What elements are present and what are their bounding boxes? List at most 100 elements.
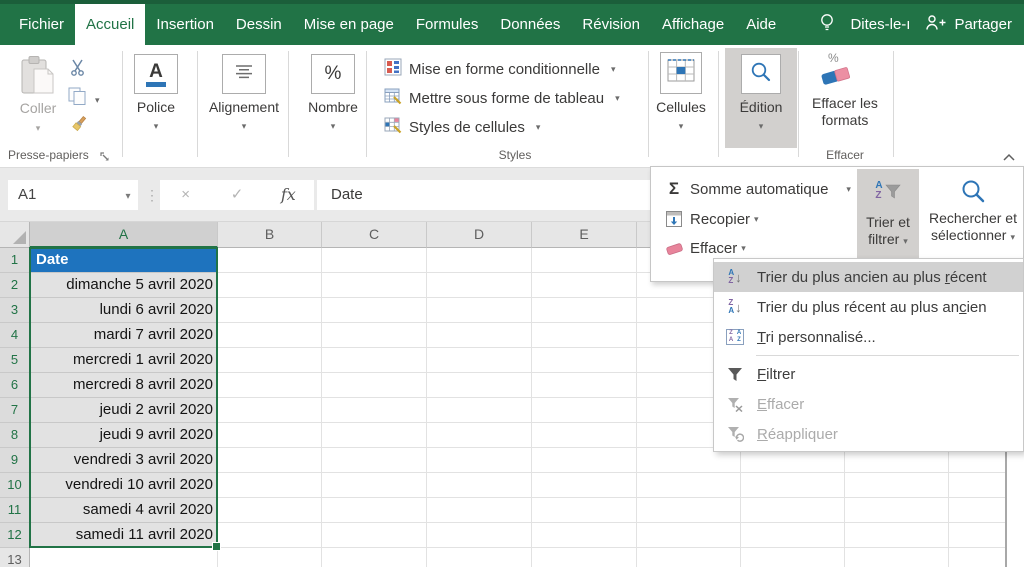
- cell-A6[interactable]: mercredi 8 avril 2020: [30, 373, 218, 398]
- collapse-ribbon-icon[interactable]: [1002, 149, 1016, 167]
- cell-A11[interactable]: samedi 4 avril 2020: [30, 498, 218, 523]
- menu-item-sort-newest-oldest[interactable]: ZA ↓ Trier du plus récent au plus ancien: [714, 292, 1023, 322]
- sort-descending-icon: ZA ↓: [728, 298, 742, 315]
- column-header-C[interactable]: C: [322, 222, 427, 248]
- dropdown-caret[interactable]: [726, 116, 796, 134]
- menu-item-custom-sort[interactable]: ZAAZ Tri personnalisé...: [714, 322, 1023, 352]
- reapply-filter-icon: [722, 426, 748, 442]
- autosum-label: Somme automatique: [690, 180, 829, 198]
- sort-filter-menu: AZ ↓ Trier du plus ancien au plus récent…: [713, 258, 1024, 452]
- formula-bar-divider: ⋮: [145, 187, 159, 203]
- cell-A3[interactable]: lundi 6 avril 2020: [30, 298, 218, 323]
- row-header-4[interactable]: 4: [0, 323, 30, 348]
- menu-item-filter[interactable]: Filtrer: [714, 359, 1023, 389]
- paste-label: Coller: [19, 100, 57, 116]
- tab-mise-en-page[interactable]: Mise en page: [293, 4, 405, 45]
- dialog-launcher-icon[interactable]: [100, 150, 111, 168]
- group-separator: [718, 51, 719, 157]
- cell-A7[interactable]: jeudi 2 avril 2020: [30, 398, 218, 423]
- dropdown-caret[interactable]: [95, 90, 100, 108]
- column-header-D[interactable]: D: [427, 222, 532, 248]
- menu-item-sort-oldest-newest[interactable]: AZ ↓ Trier du plus ancien au plus récent: [714, 262, 1023, 292]
- tab-insertion[interactable]: Insertion: [145, 4, 225, 45]
- clear-button[interactable]: Effacer: [663, 236, 746, 260]
- row-header-8[interactable]: 8: [0, 423, 30, 448]
- tabbar-right-cluster: Dites-le-ı Partager: [819, 4, 1012, 45]
- cell-A4[interactable]: mardi 7 avril 2020: [30, 323, 218, 348]
- cell-A1[interactable]: Date: [30, 248, 218, 273]
- tell-me-box[interactable]: Dites-le-ı: [850, 16, 910, 33]
- fill-button[interactable]: Recopier: [663, 207, 759, 231]
- row-header-13[interactable]: 13: [0, 548, 30, 567]
- row-header-1[interactable]: 1: [0, 248, 30, 273]
- row-header-7[interactable]: 7: [0, 398, 30, 423]
- lightbulb-icon[interactable]: [819, 12, 835, 38]
- conditional-formatting-button[interactable]: Mise en forme conditionnelle: [384, 58, 615, 80]
- cancel-button[interactable]: ×: [160, 180, 211, 210]
- dropdown-caret[interactable]: [124, 116, 188, 134]
- format-painter-button[interactable]: [70, 115, 88, 138]
- tab-formules[interactable]: Formules: [405, 4, 490, 45]
- cell-A13[interactable]: [30, 548, 218, 567]
- row-header-10[interactable]: 10: [0, 473, 30, 498]
- clear-formats-label-1: Effacer les: [812, 95, 878, 111]
- paste-button[interactable]: [18, 55, 58, 102]
- tab-dessin[interactable]: Dessin: [225, 4, 293, 45]
- row-header-12[interactable]: 12: [0, 523, 30, 548]
- row-header-2[interactable]: 2: [0, 273, 30, 298]
- row-header-5[interactable]: 5: [0, 348, 30, 373]
- insert-function-button[interactable]: fx: [263, 180, 314, 210]
- row-header-9[interactable]: 9: [0, 448, 30, 473]
- clear-formats-button[interactable]: %: [818, 50, 858, 91]
- editing-button[interactable]: [741, 54, 781, 94]
- number-format-button[interactable]: %: [311, 54, 355, 94]
- cell-A9[interactable]: vendredi 3 avril 2020: [30, 448, 218, 473]
- enter-button[interactable]: ✓: [211, 180, 262, 210]
- sort-filter-button[interactable]: AZ Trier et filtrer: [857, 169, 919, 263]
- custom-sort-icon: ZAAZ: [722, 329, 748, 345]
- menu-separator: [756, 355, 1019, 356]
- row-header-6[interactable]: 6: [0, 373, 30, 398]
- conditional-formatting-label: Mise en forme conditionnelle: [409, 60, 600, 78]
- tab-aide[interactable]: Aide: [735, 4, 787, 45]
- cell-A2[interactable]: dimanche 5 avril 2020: [30, 273, 218, 298]
- dropdown-caret[interactable]: [648, 116, 714, 134]
- fill-handle[interactable]: [212, 542, 221, 551]
- tab-accueil[interactable]: Accueil: [75, 4, 146, 45]
- search-icon: [750, 61, 772, 88]
- menu-item-label: Effacer: [757, 395, 805, 413]
- sort-ascending-icon: AZ ↓: [728, 268, 742, 285]
- copy-button[interactable]: [68, 87, 100, 111]
- cell-styles-button[interactable]: Styles de cellules: [384, 116, 540, 138]
- row-header-11[interactable]: 11: [0, 498, 30, 523]
- tab-fichier[interactable]: Fichier: [8, 4, 75, 45]
- share-button[interactable]: Partager: [925, 14, 1012, 35]
- column-header-A[interactable]: A: [30, 222, 218, 248]
- dropdown-caret[interactable]: [10, 118, 66, 136]
- sort-filter-label-2: filtrer: [868, 231, 908, 250]
- cells-button[interactable]: [660, 52, 702, 94]
- dropdown-caret[interactable]: [301, 116, 365, 134]
- column-header-B[interactable]: B: [218, 222, 322, 248]
- font-button[interactable]: A: [134, 54, 178, 94]
- gridline: [636, 248, 637, 567]
- tab-revision[interactable]: Révision: [571, 4, 651, 45]
- select-all-corner[interactable]: [0, 222, 30, 248]
- dropdown-caret[interactable]: [204, 116, 284, 134]
- name-box-dropdown-caret[interactable]: [118, 180, 138, 210]
- format-as-table-button[interactable]: Mettre sous forme de tableau: [384, 87, 620, 109]
- cell-A10[interactable]: vendredi 10 avril 2020: [30, 473, 218, 498]
- alignment-button[interactable]: [222, 54, 266, 94]
- cut-button[interactable]: [70, 59, 86, 81]
- cell-A8[interactable]: jeudi 9 avril 2020: [30, 423, 218, 448]
- editing-group-label: Édition: [739, 99, 783, 115]
- cell-A12[interactable]: samedi 11 avril 2020: [30, 523, 218, 548]
- tab-donnees[interactable]: Données: [489, 4, 571, 45]
- autosum-button[interactable]: Σ Somme automatique: [663, 177, 851, 201]
- clipboard-group-label: Presse-papiers: [8, 148, 89, 162]
- find-select-button[interactable]: Rechercher et sélectionner: [923, 169, 1023, 263]
- column-header-E[interactable]: E: [532, 222, 637, 248]
- tab-affichage[interactable]: Affichage: [651, 4, 735, 45]
- cell-A5[interactable]: mercredi 1 avril 2020: [30, 348, 218, 373]
- row-header-3[interactable]: 3: [0, 298, 30, 323]
